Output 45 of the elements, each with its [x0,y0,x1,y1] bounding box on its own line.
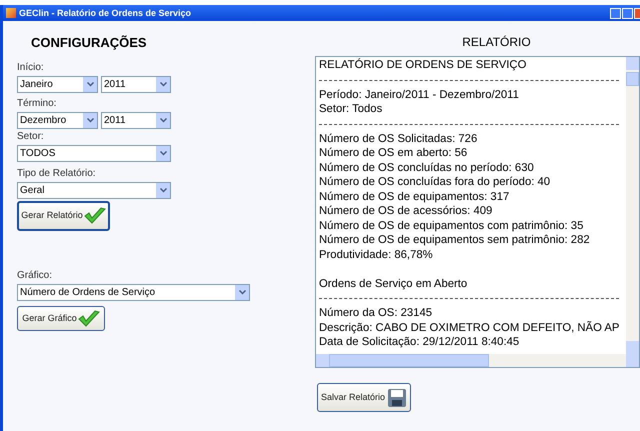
report-line: Número de OS de acessórios: 409 [319,204,494,218]
field-label: Gráfico: [17,271,54,281]
minimize-icon[interactable] [610,8,621,18]
field-label: Setor: [17,132,45,142]
report-line: Número de OS de equipamentos sem patrimônio: 282 [319,233,591,248]
scroll-thumb[interactable] [329,354,489,367]
save-report-button[interactable]: Salvar Relatório [317,383,411,412]
dropdown[interactable]: Geral [17,182,171,199]
checkmark-icon [78,310,100,328]
section-heading: CONFIGURAÇÕES [31,36,148,49]
dropdown[interactable]: 2011 [101,76,171,93]
generate-chart-button[interactable]: Gerar Gráfico [17,306,105,331]
report-line: Número de OS de equipamentos: 317 [319,190,510,204]
vertical-scrollbar[interactable] [626,57,639,354]
report-line: Descrição: CABO DE OXIMETRO COM DEFEITO, NÃO AP [319,320,620,335]
dropdown[interactable]: Dezembro [17,112,98,129]
report-line: RELATÓRIO DE ORDENS DE SERVIÇO [319,58,528,72]
app-icon [6,8,16,18]
report-line: Produtividade: 86,78% [319,248,434,262]
report-line: Número da OS: 23145 [319,306,434,320]
report-line: Data de Solicitação: 29/12/2011 8:40:45 [319,335,520,350]
report-line: Número de OS concluídas fora do período: 40 [319,175,552,190]
checkmark-icon [84,207,106,225]
window-title: GEClin - Relatório de Ordens de Serviço [19,8,192,18]
report-line: Ordens de Serviço em Aberto [319,276,468,291]
report-line: Número de OS Solicitadas: 726 [319,132,478,146]
report-line: Período: Janeiro/2011 - Dezembro/2011 [319,88,520,102]
field-label: Tipo de Relatório: [17,169,97,179]
dropdown[interactable]: TODOS [17,145,171,162]
report-line: Número de OS concluídas no período: 630 [319,160,535,175]
horizontal-scrollbar[interactable] [316,354,639,367]
field-label: Início: [17,63,45,73]
dropdown[interactable]: 2011 [101,112,171,129]
field-label: Término: [17,99,58,109]
report-line: Número de OS em aberto: 56 [319,146,468,160]
generate-report-button[interactable]: Gerar Relatório [17,201,110,231]
maximize-icon[interactable] [622,8,633,18]
report-line: Setor: Todos [319,102,384,116]
dropdown[interactable]: Número de Ordens de Serviço [17,284,250,301]
close-icon[interactable] [634,8,640,18]
section-heading: RELATÓRIO [462,36,531,48]
report-line: Número de OS de equipamentos com patrimônio: 35 [319,218,584,233]
dropdown[interactable]: Janeiro [17,76,98,93]
report-text-area[interactable] [315,56,640,368]
scroll-thumb[interactable] [626,72,639,86]
